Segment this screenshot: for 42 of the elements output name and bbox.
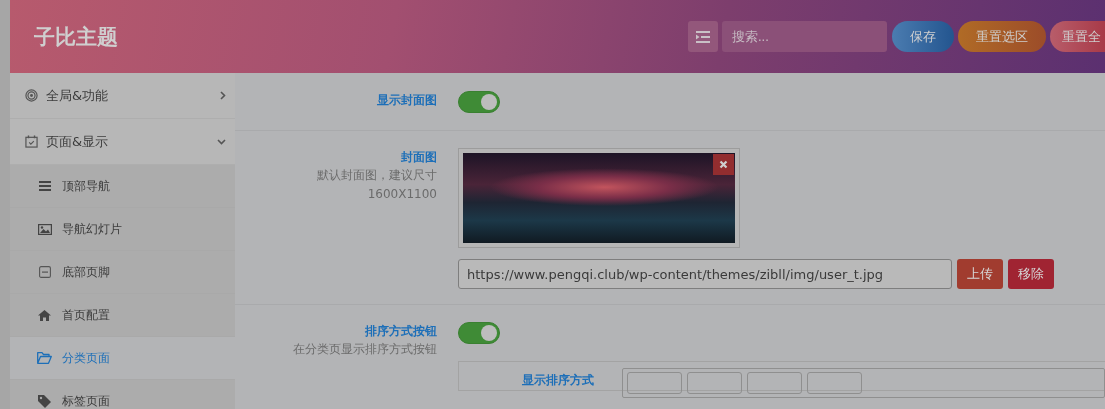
sidebar-item-label: 全局&功能	[46, 86, 110, 105]
chevron-down-icon	[217, 138, 226, 145]
sidebar-subitem[interactable]: 标签页面	[10, 380, 235, 409]
setting-label: 排序方式按钮	[364, 323, 437, 340]
menu-icon	[37, 179, 52, 193]
close-icon	[719, 160, 728, 169]
sidebar-subitem[interactable]: 首页配置	[10, 294, 235, 337]
search-field[interactable]: 搜索...	[722, 21, 887, 52]
sidebar-subitem[interactable]: 底部页脚	[10, 251, 235, 294]
setting-label: 显示排序方式	[521, 373, 594, 387]
sidebar-subitem[interactable]: 导航幻灯片	[10, 208, 235, 251]
option-chip[interactable]	[747, 372, 802, 394]
save-button[interactable]: 保存	[892, 21, 954, 52]
indent-icon	[696, 30, 710, 43]
sidebar-subitem[interactable]: 分类页面	[10, 337, 235, 380]
image-icon	[37, 222, 52, 236]
calendar-icon	[25, 135, 38, 148]
setting-description: 默认封面图，建议尺寸1600X1100	[316, 167, 437, 203]
option-chip[interactable]	[627, 372, 682, 394]
setting-description: 在分类页显示排序方式按钮	[292, 341, 437, 358]
option-chip[interactable]	[687, 372, 742, 394]
toggle-switch[interactable]	[458, 322, 500, 344]
option-chip[interactable]	[807, 372, 862, 394]
sidebar-item-label: 页面&显示	[46, 132, 110, 151]
setting-label: 显示封面图	[376, 92, 437, 109]
setting-label: 封面图	[400, 149, 437, 166]
toggle-switch[interactable]	[458, 91, 500, 113]
tag-icon	[37, 394, 52, 408]
upload-button[interactable]: 上传	[957, 259, 1003, 289]
chevron-right-icon	[220, 91, 226, 100]
reset-all-button[interactable]: 重置全	[1050, 21, 1105, 52]
remove-button[interactable]: 移除	[1008, 259, 1054, 289]
minus-square-icon	[37, 265, 52, 279]
remove-image-button[interactable]	[713, 154, 734, 175]
url-field[interactable]: https://www.pengqi.club/wp-content/themes/zibll/img/user_t.jpg	[458, 259, 952, 289]
home-icon	[37, 308, 52, 322]
indent-button[interactable]	[688, 21, 718, 52]
reset-section-button[interactable]: 重置选区	[958, 21, 1046, 52]
folder-icon	[37, 351, 52, 365]
app-title: 子比主题	[34, 23, 118, 51]
sidebar-subitem[interactable]: 顶部导航	[10, 165, 235, 208]
target-icon	[25, 89, 38, 102]
